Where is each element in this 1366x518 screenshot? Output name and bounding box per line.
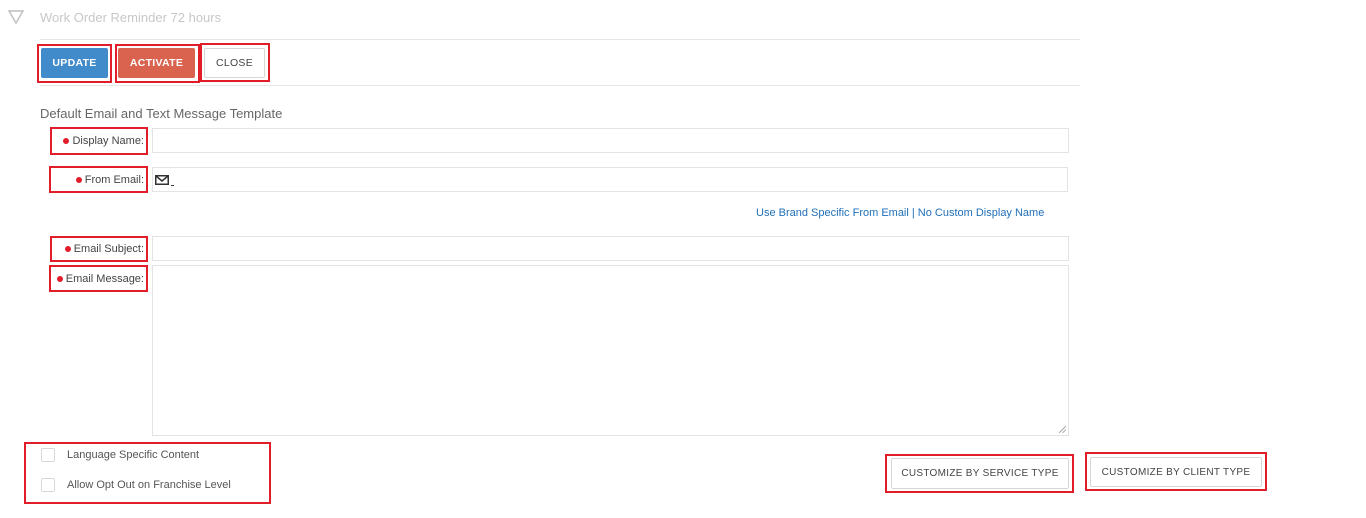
triangle-down-icon[interactable] bbox=[8, 10, 24, 24]
required-indicator bbox=[56, 275, 63, 282]
display-name-label-text: Display Name: bbox=[72, 135, 144, 147]
opt-out-checkbox[interactable] bbox=[41, 478, 55, 492]
display-name-label: Display Name: bbox=[50, 127, 148, 155]
required-indicator bbox=[64, 246, 71, 252]
close-button[interactable]: CLOSE bbox=[204, 48, 265, 78]
section-title: Default Email and Text Message Template bbox=[40, 106, 283, 121]
email-message-label-text: Email Message: bbox=[65, 272, 144, 285]
from-email-label: From Email: bbox=[49, 166, 148, 193]
email-subject-label: Email Subject: bbox=[50, 236, 148, 262]
email-message-textarea[interactable] bbox=[152, 265, 1069, 436]
text-cursor bbox=[171, 185, 174, 186]
language-specific-label: Language Specific Content bbox=[67, 449, 200, 461]
required-indicator bbox=[75, 176, 82, 183]
email-subject-label-text: Email Subject: bbox=[73, 243, 144, 255]
language-specific-checkbox[interactable] bbox=[41, 448, 55, 462]
opt-out-label: Allow Opt Out on Franchise Level bbox=[67, 479, 231, 491]
display-name-input[interactable] bbox=[152, 128, 1069, 153]
required-indicator bbox=[63, 138, 70, 144]
customize-service-type-button[interactable]: CUSTOMIZE BY SERVICE TYPE bbox=[891, 458, 1069, 489]
envelope-icon bbox=[155, 175, 169, 185]
resize-handle-icon[interactable] bbox=[1059, 426, 1066, 433]
customize-client-type-button[interactable]: CUSTOMIZE BY CLIENT TYPE bbox=[1090, 457, 1262, 487]
from-email-label-text: From Email: bbox=[84, 173, 144, 186]
brand-from-email-link[interactable]: Use Brand Specific From Email | No Custo… bbox=[756, 207, 1044, 219]
update-button[interactable]: UPDATE bbox=[41, 48, 108, 78]
from-email-field[interactable] bbox=[152, 167, 1068, 192]
activate-button[interactable]: ACTIVATE bbox=[118, 48, 195, 78]
email-message-label: Email Message: bbox=[49, 265, 148, 292]
divider bbox=[40, 85, 1080, 86]
divider bbox=[40, 39, 1080, 40]
page-title: Work Order Reminder 72 hours bbox=[40, 10, 222, 25]
email-subject-input[interactable] bbox=[152, 236, 1069, 261]
